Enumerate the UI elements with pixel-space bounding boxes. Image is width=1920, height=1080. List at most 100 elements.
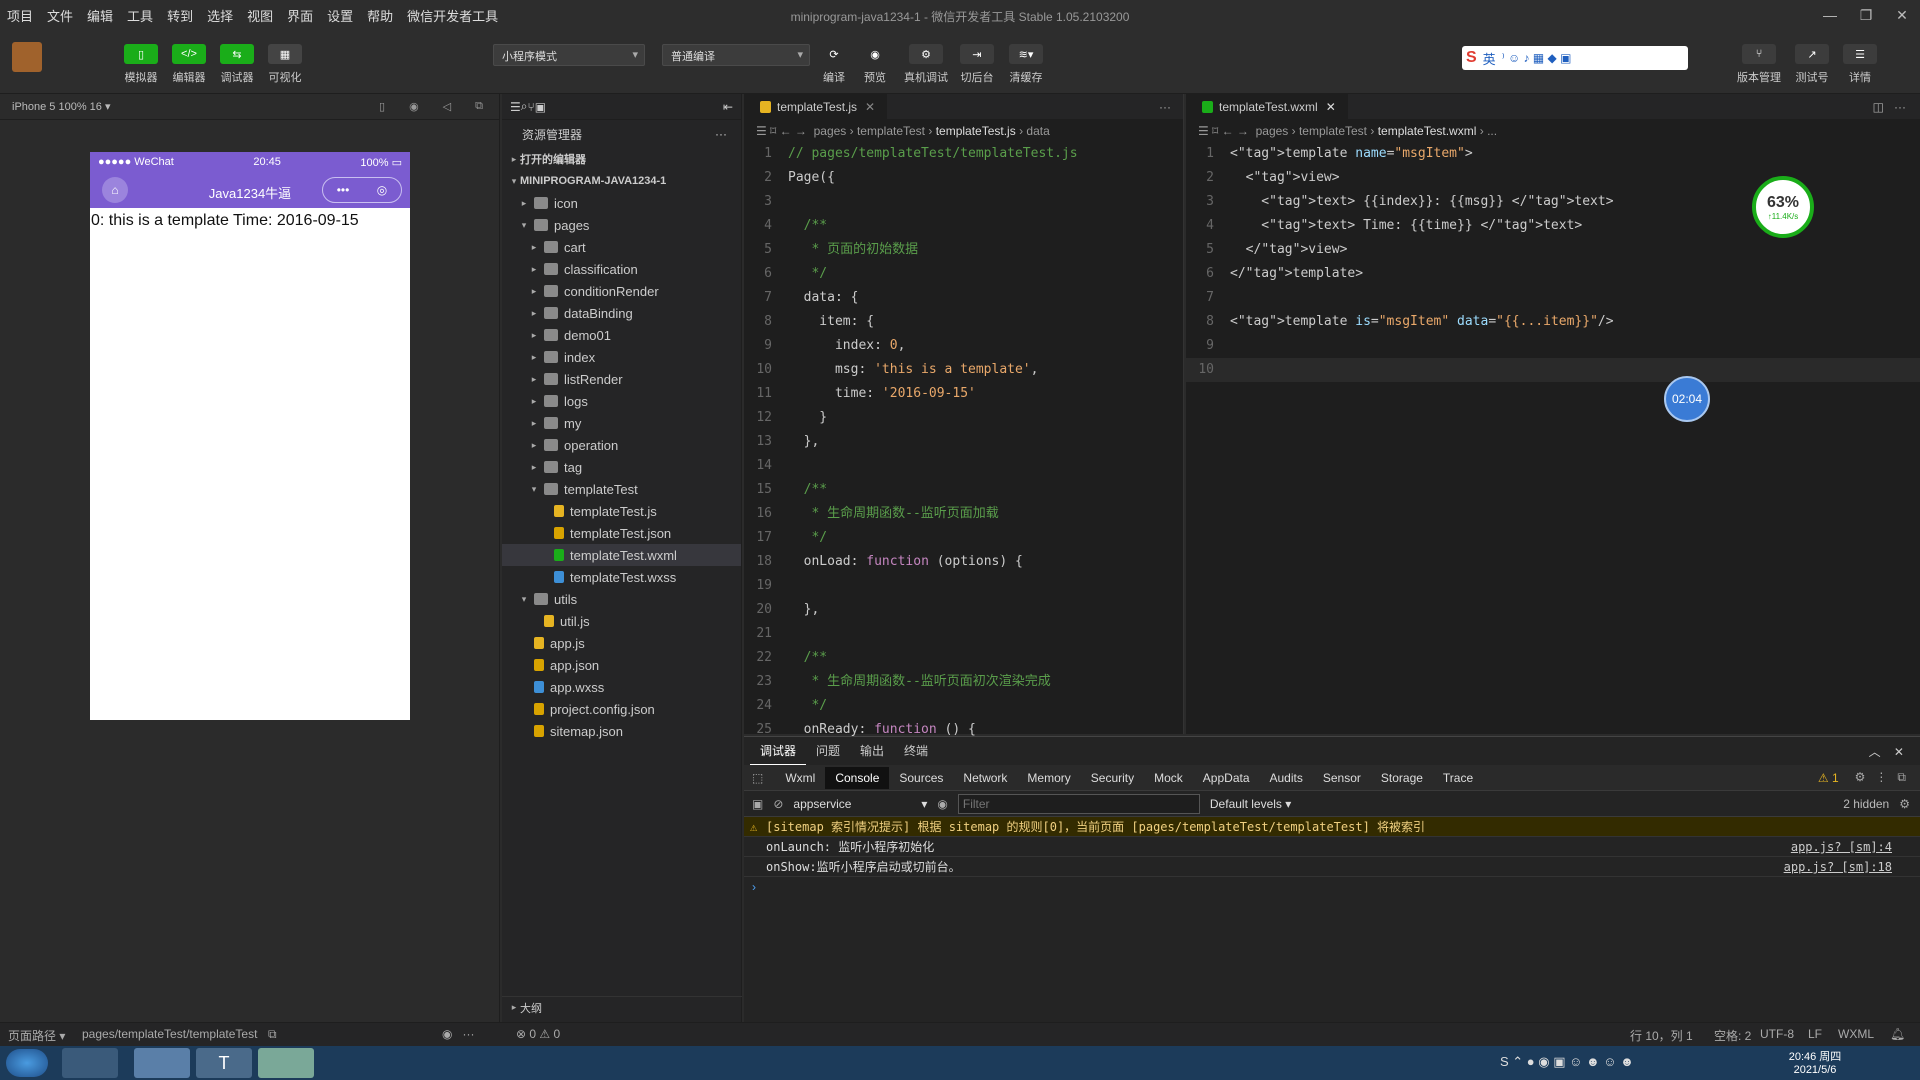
language-mode[interactable]: WXML (1838, 1027, 1874, 1041)
eye-icon[interactable]: ◉ ··· (442, 1027, 474, 1041)
outline-icon[interactable]: ☰ ⌑ ← → (1198, 124, 1249, 138)
subtab-audits[interactable]: Audits (1260, 767, 1313, 789)
indent-setting[interactable]: 空格: 2 (1714, 1027, 1751, 1044)
code-line[interactable]: 14 (744, 454, 1183, 478)
code-line[interactable]: 19 (744, 574, 1183, 598)
console-filter-input[interactable] (957, 793, 1200, 814)
more-icon[interactable]: ··· (1159, 100, 1171, 114)
capsule-button[interactable]: ••• ◎ (322, 177, 402, 203)
version-control-button[interactable]: ⑂ 版本管理 (1735, 44, 1783, 85)
code-area[interactable]: 1 <"tag">template name="msgItem"> 2 <"tag"… (1186, 142, 1920, 382)
tree-item[interactable]: project.config.json (502, 698, 741, 720)
test-account-button[interactable]: ↗ 测试号 (1788, 44, 1836, 85)
code-line[interactable]: 9 (1186, 334, 1920, 358)
code-area[interactable]: 1 // pages/templateTest/templateTest.js 2 P… (744, 142, 1183, 742)
exit-icon[interactable]: ◎ (377, 183, 387, 197)
more-icon[interactable]: ••• (337, 183, 350, 197)
inspect-icon[interactable]: ⬚ (752, 771, 763, 785)
tab-terminal[interactable]: 终端 (894, 737, 938, 765)
open-editors-section[interactable]: ▸ 打开的编辑器 (502, 148, 741, 170)
git-icon[interactable]: ⑂ (528, 100, 535, 114)
subtab-storage[interactable]: Storage (1371, 767, 1433, 789)
taskbar-app-browser[interactable] (134, 1048, 190, 1078)
console-prompt[interactable]: › (744, 877, 1920, 897)
code-line[interactable]: 2 <"tag">view> (1186, 166, 1920, 190)
code-line[interactable]: 22 /** (744, 646, 1183, 670)
tab-debugger[interactable]: 调试器 (750, 737, 807, 765)
tree-item[interactable]: app.js (502, 632, 741, 654)
tree-item[interactable]: ▸ icon (502, 192, 741, 214)
breadcrumb-item[interactable]: templateTest.wxml (1378, 124, 1477, 138)
code-line[interactable]: 1 // pages/templateTest/templateTest.js (744, 142, 1183, 166)
tree-item[interactable]: util.js (502, 610, 741, 632)
collapse-icon[interactable]: ⇤ (723, 100, 733, 114)
tree-item[interactable]: templateTest.js (502, 500, 741, 522)
code-line[interactable]: 7 (1186, 286, 1920, 310)
subtab-security[interactable]: Security (1081, 767, 1144, 789)
problems-count[interactable]: ⊗ 0 ⚠ 0 (516, 1027, 560, 1041)
clock[interactable]: 20:46 周四 2021/5/6 (1780, 1048, 1850, 1076)
panel-controls[interactable]: ︿ ✕ (1869, 743, 1904, 760)
eye-icon[interactable]: ◉ (937, 797, 947, 811)
cursor-position[interactable]: 行 10，列 1 (1630, 1027, 1693, 1044)
subtab-wxml[interactable]: Wxml (775, 767, 825, 789)
encoding[interactable]: UTF-8 (1760, 1027, 1794, 1041)
tree-item[interactable]: ▸ listRender (502, 368, 741, 390)
breadcrumb-item[interactable]: templateTest.js (936, 124, 1016, 138)
cpu-monitor[interactable]: 63% ↑11.4K/s (1752, 176, 1814, 238)
code-line[interactable]: 15 /** (744, 478, 1183, 502)
tree-item[interactable]: sitemap.json (502, 720, 741, 742)
tree-item[interactable]: ▾ templateTest (502, 478, 741, 500)
list-icon[interactable]: ☰ (510, 100, 521, 114)
restore-button[interactable]: ❐ (1848, 0, 1884, 30)
code-line[interactable]: 18 onLoad: function (options) { (744, 550, 1183, 574)
tree-item[interactable]: ▸ operation (502, 434, 741, 456)
code-line[interactable]: 21 (744, 622, 1183, 646)
tab-templatetest-js[interactable]: templateTest.js ✕ (744, 93, 888, 120)
code-line[interactable]: 24 */ (744, 694, 1183, 718)
sidebar-toggle-icon[interactable]: ▣ (752, 797, 763, 811)
subtab-memory[interactable]: Memory (1017, 767, 1080, 789)
code-line[interactable]: 20 }, (744, 598, 1183, 622)
code-line[interactable]: 6 */ (744, 262, 1183, 286)
subtab-network[interactable]: Network (953, 767, 1017, 789)
real-device-debug-button[interactable]: ⚙ 真机调试 (902, 44, 950, 85)
breadcrumb-item[interactable]: templateTest (857, 124, 925, 138)
ime-toolbar[interactable]: S 英 ⁾ ☺ ♪ ▦ ◆ ▣ (1462, 46, 1688, 70)
code-line[interactable]: 5 </"tag">view> (1186, 238, 1920, 262)
split-editor-icon[interactable]: ◫ ··· (1873, 100, 1906, 114)
tree-item[interactable]: app.json (502, 654, 741, 676)
search-icon[interactable]: ⌕ (521, 99, 528, 114)
timer-badge[interactable]: 02:04 (1664, 376, 1710, 422)
code-line[interactable]: 17 */ (744, 526, 1183, 550)
code-line[interactable]: 1 <"tag">template name="msgItem"> (1186, 142, 1920, 166)
console-source-link[interactable]: app.js? [sm]:18 (1784, 857, 1892, 877)
subtab-sensor[interactable]: Sensor (1313, 767, 1371, 789)
breadcrumb-item[interactable]: pages (814, 124, 847, 138)
tree-item[interactable]: ▸ logs (502, 390, 741, 412)
code-line[interactable]: 10 (1186, 358, 1920, 382)
code-line[interactable]: 8 item: { (744, 310, 1183, 334)
debugger-button[interactable]: ⇆ 调试器 (213, 44, 261, 85)
tab-templatetest-wxml[interactable]: templateTest.wxml ✕ (1186, 93, 1348, 120)
close-icon[interactable]: ✕ (1326, 100, 1336, 114)
settings-icon[interactable]: ⚙ ⋮ ⧉ (1855, 770, 1906, 785)
project-root[interactable]: ▾ MINIPROGRAM-JAVA1234-1 (502, 170, 741, 192)
tree-item[interactable]: app.wxss (502, 676, 741, 698)
close-icon[interactable]: ✕ (865, 100, 875, 114)
outline-section[interactable]: ▸ 大纲 (502, 996, 742, 1018)
popout-icon[interactable]: ⧉ (475, 100, 483, 113)
compile-select[interactable]: 普通编译 (662, 44, 810, 66)
tree-item[interactable]: templateTest.json (502, 522, 741, 544)
debug-icon[interactable]: ▣ (535, 100, 546, 114)
code-line[interactable]: 11 time: '2016-09-15' (744, 382, 1183, 406)
tree-item[interactable]: ▸ conditionRender (502, 280, 741, 302)
page-path-label[interactable]: 页面路径 ▾ (8, 1027, 65, 1044)
copy-icon[interactable]: ⧉ (268, 1027, 277, 1042)
tree-item[interactable]: ▸ demo01 (502, 324, 741, 346)
phone-icon[interactable]: ▯ (379, 100, 385, 113)
background-button[interactable]: ⇥ 切后台 (953, 44, 1001, 85)
close-button[interactable]: ✕ (1884, 0, 1920, 30)
subtab-console[interactable]: Console (825, 766, 890, 789)
breadcrumb-item[interactable]: pages (1256, 124, 1289, 138)
